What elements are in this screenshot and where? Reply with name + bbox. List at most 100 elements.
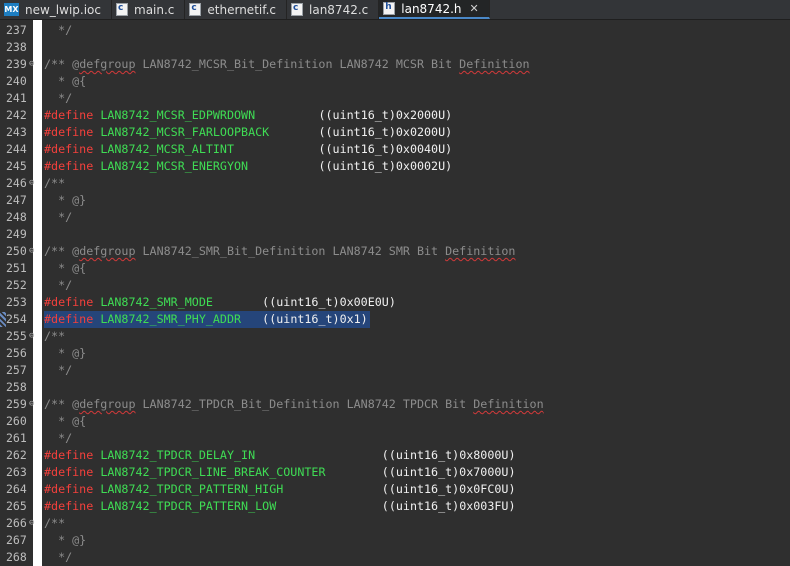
code-text: /** @defgroup LAN8742_MCSR_Bit_Definitio… [44,56,530,73]
close-icon[interactable]: ✕ [470,2,479,15]
code-line[interactable]: 239 ⊖/** @defgroup LAN8742_MCSR_Bit_Defin… [0,56,790,73]
code-line[interactable]: 254 #define LAN8742_SMR_PHY_ADDR ((uint16… [0,311,790,328]
code-line[interactable]: 258 [0,379,790,396]
code-line[interactable]: 253 #define LAN8742_SMR_MODE ((uint16_t)0… [0,294,790,311]
fold-toggle-icon[interactable]: ⊖ [29,179,37,188]
code-line[interactable]: 244 #define LAN8742_MCSR_ALTINT ((uint16_… [0,141,790,158]
line-number: 267 [6,533,27,547]
define-keyword: #define [44,159,94,173]
code-line[interactable]: 238 [0,39,790,56]
code-editor[interactable]: 237 */238 239 ⊖/** @defgroup LAN8742_MCSR_… [0,20,790,566]
code-line[interactable]: 255 ⊖/** [0,328,790,345]
code-line[interactable]: 237 */ [0,22,790,39]
code-line[interactable]: 241 */ [0,90,790,107]
code-text: #define LAN8742_MCSR_EDPWRDOWN ((uint16_… [44,107,452,124]
code-text: #define LAN8742_SMR_MODE ((uint16_t)0x00… [44,294,396,311]
macro-name: LAN8742_MCSR_ALTINT [100,142,235,156]
code-text: * @{ [44,260,86,277]
c-file-icon [291,3,303,16]
line-number: 241 [6,91,27,105]
code-text: /** @defgroup LAN8742_TPDCR_Bit_Definiti… [44,396,544,413]
macro-value: ((uint16_t)0x7000U) [381,465,516,479]
comment-text: */ [44,23,73,37]
line-number: 245 [6,159,27,173]
tab-new-lwip-ioc[interactable]: MX new_lwip.ioc [0,0,112,19]
macro-name: LAN8742_MCSR_FARLOOPBACK [100,125,270,139]
code-line[interactable]: 246 ⊖/** [0,175,790,192]
define-keyword: #define [44,465,94,479]
define-keyword: #define [44,448,94,462]
tab-lan8742-h[interactable]: lan8742.h ✕ [379,0,490,19]
fold-toggle-icon[interactable]: ⊖ [29,400,37,409]
comment-text: /** @defgroup LAN8742_TPDCR_Bit_Definiti… [44,397,544,411]
line-number: 261 [6,431,27,445]
line-number: 254 [6,312,27,326]
line-number: 252 [6,278,27,292]
code-line[interactable]: 265 #define LAN8742_TPDCR_PATTERN_LOW ((u… [0,498,790,515]
comment-text: /** @defgroup LAN8742_SMR_Bit_Definition… [44,244,516,258]
code-line[interactable]: 251 * @{ [0,260,790,277]
line-number: 253 [6,295,27,309]
comment-text: */ [44,210,73,224]
code-line[interactable]: 242 #define LAN8742_MCSR_EDPWRDOWN ((uint… [0,107,790,124]
code-line[interactable]: 263 #define LAN8742_TPDCR_LINE_BREAK_COUN… [0,464,790,481]
fold-toggle-icon[interactable]: ⊖ [29,519,37,528]
code-line[interactable]: 252 */ [0,277,790,294]
code-line[interactable]: 248 */ [0,209,790,226]
tab-ethernetif-c[interactable]: ethernetif.c [185,0,287,19]
comment-text: * @} [44,346,87,360]
code-line[interactable]: 267 * @} [0,532,790,549]
fold-toggle-icon[interactable]: ⊖ [29,332,37,341]
macro-value: ((uint16_t)0x00E0U) [262,295,396,309]
comment-text: /** @defgroup LAN8742_MCSR_Bit_Definitio… [44,57,530,71]
code-text: * @} [44,192,86,209]
fold-toggle-icon[interactable]: ⊖ [29,60,37,69]
line-number: 240 [6,74,27,88]
macro-value: ((uint16_t)0x1) [262,312,368,326]
mx-icon: MX [4,3,19,16]
code-line[interactable]: 264 #define LAN8742_TPDCR_PATTERN_HIGH ((… [0,481,790,498]
line-number: 244 [6,142,27,156]
code-line[interactable]: 250 ⊖/** @defgroup LAN8742_SMR_Bit_Defini… [0,243,790,260]
tab-label: lan8742.h [401,1,462,16]
code-line[interactable]: 266 ⊖/** [0,515,790,532]
comment-text: * @{ [44,261,87,275]
code-line[interactable]: 259 ⊖/** @defgroup LAN8742_TPDCR_Bit_Defi… [0,396,790,413]
code-line[interactable]: 247 * @} [0,192,790,209]
macro-value: ((uint16_t)0x0FC0U) [381,482,516,496]
line-number: 251 [6,261,27,275]
ide-window: MX new_lwip.ioc main.c ethernetif.c lan8742.… [0,0,790,566]
code-line[interactable]: 245 #define LAN8742_MCSR_ENERGYON ((uint1… [0,158,790,175]
code-text: #define LAN8742_TPDCR_PATTERN_HIGH ((uin… [44,481,515,498]
comment-text: * @} [44,533,87,547]
code-line[interactable]: 256 * @} [0,345,790,362]
macro-value: ((uint16_t)0x8000U) [381,448,516,462]
code-text: */ [44,209,72,226]
line-number: 242 [6,108,27,122]
comment-text: /** [44,329,66,343]
code-line[interactable]: 261 */ [0,430,790,447]
comment-text: /** [44,516,66,530]
fold-toggle-icon[interactable]: ⊖ [29,247,37,256]
line-number: 249 [6,227,27,241]
code-line[interactable]: 257 */ [0,362,790,379]
code-text: #define LAN8742_TPDCR_LINE_BREAK_COUNTER… [44,464,515,481]
c-file-icon [116,3,128,16]
code-line[interactable]: 240 * @{ [0,73,790,90]
code-line[interactable]: 268 */ [0,549,790,566]
line-number: 248 [6,210,27,224]
code-line[interactable]: 262 #define LAN8742_TPDCR_DELAY_IN ((uint… [0,447,790,464]
code-text: */ [44,90,72,107]
code-line[interactable]: 260 * @{ [0,413,790,430]
define-keyword: #define [44,108,94,122]
macro-name: LAN8742_TPDCR_PATTERN_LOW [100,499,277,513]
code-text: #define LAN8742_MCSR_FARLOOPBACK ((uint1… [44,124,452,141]
code-line[interactable]: 243 #define LAN8742_MCSR_FARLOOPBACK ((ui… [0,124,790,141]
define-keyword: #define [44,125,94,139]
tab-lan8742-c[interactable]: lan8742.c [287,0,380,19]
line-number: 262 [6,448,27,462]
code-text: /** [44,328,65,345]
tab-main-c[interactable]: main.c [112,0,186,19]
line-number: 268 [6,550,27,564]
code-line[interactable]: 249 [0,226,790,243]
